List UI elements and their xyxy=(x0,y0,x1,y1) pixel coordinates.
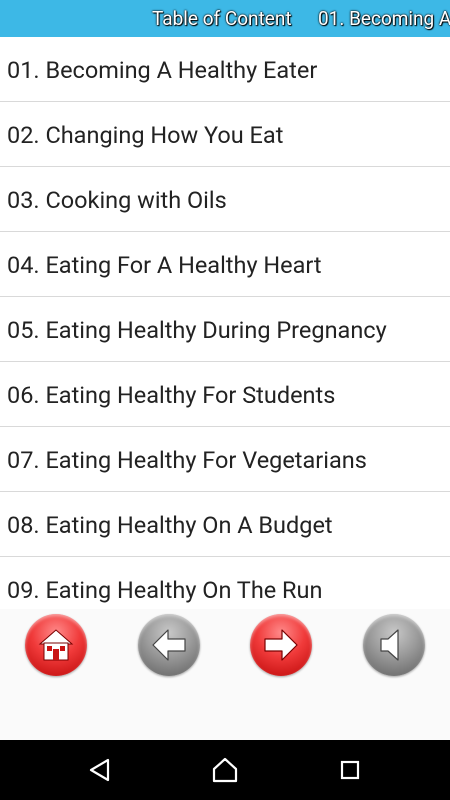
system-home-button[interactable] xyxy=(207,752,243,788)
bottom-toolbar xyxy=(0,609,450,740)
arrow-right-icon xyxy=(264,629,298,661)
home-icon xyxy=(38,629,74,661)
toc-list: 01. Becoming A Healthy Eater 02. Changin… xyxy=(0,37,450,609)
system-back-button[interactable] xyxy=(82,752,118,788)
app-header: Table of Content 01. Becoming A Healthy … xyxy=(0,0,450,37)
home-circle-icon xyxy=(212,757,238,783)
toc-item-08[interactable]: 08. Eating Healthy On A Budget xyxy=(0,492,450,557)
home-button[interactable] xyxy=(25,614,87,676)
toc-item-05[interactable]: 05. Eating Healthy During Pregnancy xyxy=(0,297,450,362)
toc-item-07[interactable]: 07. Eating Healthy For Vegetarians xyxy=(0,427,450,492)
speaker-button[interactable] xyxy=(363,614,425,676)
toc-item-03[interactable]: 03. Cooking with Oils xyxy=(0,167,450,232)
app-screen: Table of Content 01. Becoming A Healthy … xyxy=(0,0,450,800)
header-marquee-chapter: 01. Becoming A Healthy Eater xyxy=(318,7,450,30)
toc-item-04[interactable]: 04. Eating For A Healthy Heart xyxy=(0,232,450,297)
system-recents-button[interactable] xyxy=(332,752,368,788)
previous-button[interactable] xyxy=(138,614,200,676)
toc-item-09[interactable]: 09. Eating Healthy On The Run xyxy=(0,557,450,609)
back-triangle-icon xyxy=(89,758,110,782)
toc-item-01[interactable]: 01. Becoming A Healthy Eater xyxy=(0,37,450,102)
toc-item-06[interactable]: 06. Eating Healthy For Students xyxy=(0,362,450,427)
header-title: Table of Content xyxy=(152,7,292,30)
speaker-icon xyxy=(380,629,399,661)
recents-square-icon xyxy=(340,760,360,780)
next-button[interactable] xyxy=(250,614,312,676)
system-nav-bar xyxy=(0,740,450,800)
arrow-left-icon xyxy=(152,629,186,661)
toc-item-02[interactable]: 02. Changing How You Eat xyxy=(0,102,450,167)
